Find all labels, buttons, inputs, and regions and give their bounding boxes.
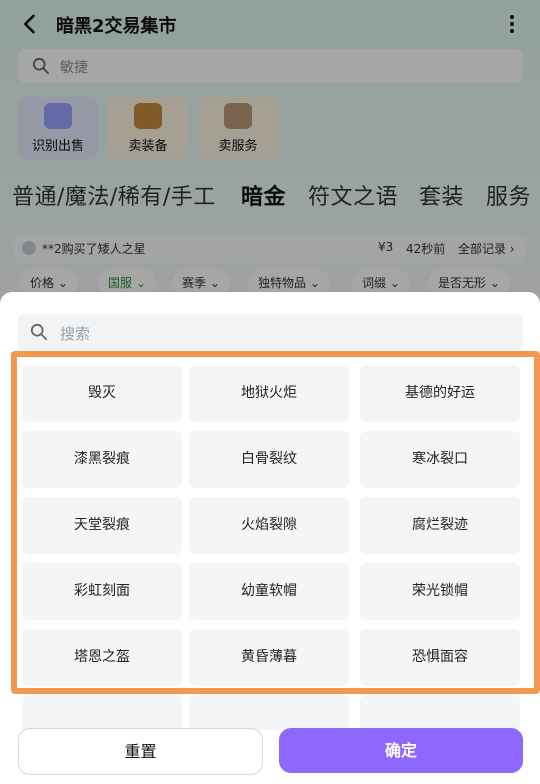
sheet-search-placeholder: 搜索 (60, 325, 91, 343)
sheet-search-input[interactable]: 搜索 (18, 314, 523, 350)
grid-item[interactable]: 火焰裂隙 (189, 497, 349, 554)
grid-item[interactable]: 基德的好运 (360, 365, 520, 422)
grid-item[interactable]: 恐惧面容 (360, 629, 520, 686)
grid-item-partial[interactable] (22, 695, 182, 730)
grid-item-partial[interactable] (360, 695, 520, 730)
grid-item[interactable]: 幼童软帽 (189, 563, 349, 620)
grid-item[interactable]: 黄昏薄暮 (189, 629, 349, 686)
grid-item[interactable]: 漆黑裂痕 (22, 431, 182, 488)
item-grid: 毁灭 地狱火炬 基德的好运 漆黑裂痕 白骨裂纹 寒冰裂口 天堂裂痕 火焰裂隙 腐… (22, 365, 522, 730)
search-icon (30, 323, 48, 341)
grid-item-partial[interactable] (189, 695, 349, 730)
grid-item[interactable]: 荣光锁帽 (360, 563, 520, 620)
confirm-button[interactable]: 确定 (279, 728, 523, 773)
grid-item[interactable]: 天堂裂痕 (22, 497, 182, 554)
grid-item[interactable]: 白骨裂纹 (189, 431, 349, 488)
grid-item[interactable]: 寒冰裂口 (360, 431, 520, 488)
bottom-sheet: 搜索 毁灭 地狱火炬 基德的好运 漆黑裂痕 白骨裂纹 寒冰裂口 天堂裂痕 火焰裂… (0, 292, 540, 784)
reset-button[interactable]: 重置 (18, 728, 263, 775)
grid-item[interactable]: 彩虹刻面 (22, 563, 182, 620)
grid-item[interactable]: 地狱火炬 (189, 365, 349, 422)
grid-item[interactable]: 毁灭 (22, 365, 182, 422)
grid-item[interactable]: 塔恩之盔 (22, 629, 182, 686)
grid-item[interactable]: 腐烂裂迹 (360, 497, 520, 554)
